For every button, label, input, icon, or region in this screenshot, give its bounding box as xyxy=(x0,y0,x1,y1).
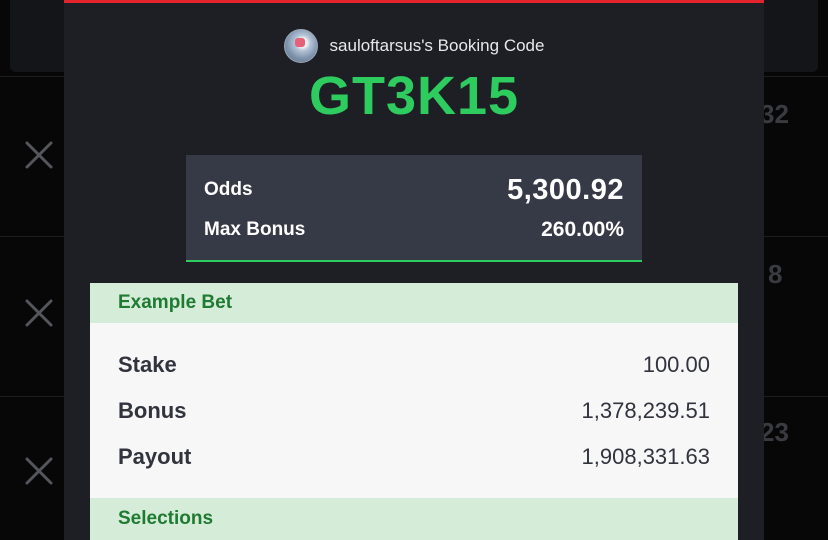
odds-summary: Odds 5,300.92 Max Bonus 260.00% xyxy=(186,155,642,262)
background-odds-text: 32 xyxy=(760,99,789,129)
odds-row: Odds 5,300.92 xyxy=(204,171,624,209)
modal-accent-bar xyxy=(64,0,764,3)
booking-code-modal: sauloftarsus's Booking Code GT3K15 Odds … xyxy=(64,0,764,540)
close-icon[interactable] xyxy=(24,456,54,486)
bonus-value: 1,378,239.51 xyxy=(581,398,710,423)
booking-code[interactable]: GT3K15 xyxy=(64,66,764,126)
code-owner: sauloftarsus's Booking Code xyxy=(64,28,764,64)
max-bonus-row: Max Bonus 260.00% xyxy=(204,215,624,245)
stake-label: Stake xyxy=(118,352,177,377)
close-icon[interactable] xyxy=(24,140,54,170)
stake-row: Stake 100.00 xyxy=(118,349,710,381)
odds-value: 5,300.92 xyxy=(507,173,624,206)
stake-value: 100.00 xyxy=(642,352,710,377)
bonus-label: Bonus xyxy=(118,398,187,423)
bonus-row: Bonus 1,378,239.51 xyxy=(118,395,710,427)
odds-label: Odds xyxy=(204,179,253,200)
payout-label: Payout xyxy=(118,444,192,469)
owner-label: sauloftarsus's Booking Code xyxy=(329,36,545,55)
max-bonus-value: 260.00% xyxy=(541,218,624,241)
avatar[interactable] xyxy=(283,29,318,63)
background-odds-text: 8 xyxy=(768,259,783,289)
payout-value: 1,908,331.63 xyxy=(581,444,710,469)
max-bonus-label: Max Bonus xyxy=(204,219,306,240)
background-odds-text: 23 xyxy=(760,417,789,447)
close-icon[interactable] xyxy=(24,298,54,328)
example-bet-panel: Example Bet Stake 100.00 Bonus 1,378,239… xyxy=(90,283,738,540)
example-bet-header: Example Bet xyxy=(90,283,738,323)
payout-row: Payout 1,908,331.63 xyxy=(118,441,710,473)
selections-header: Selections xyxy=(90,498,738,540)
